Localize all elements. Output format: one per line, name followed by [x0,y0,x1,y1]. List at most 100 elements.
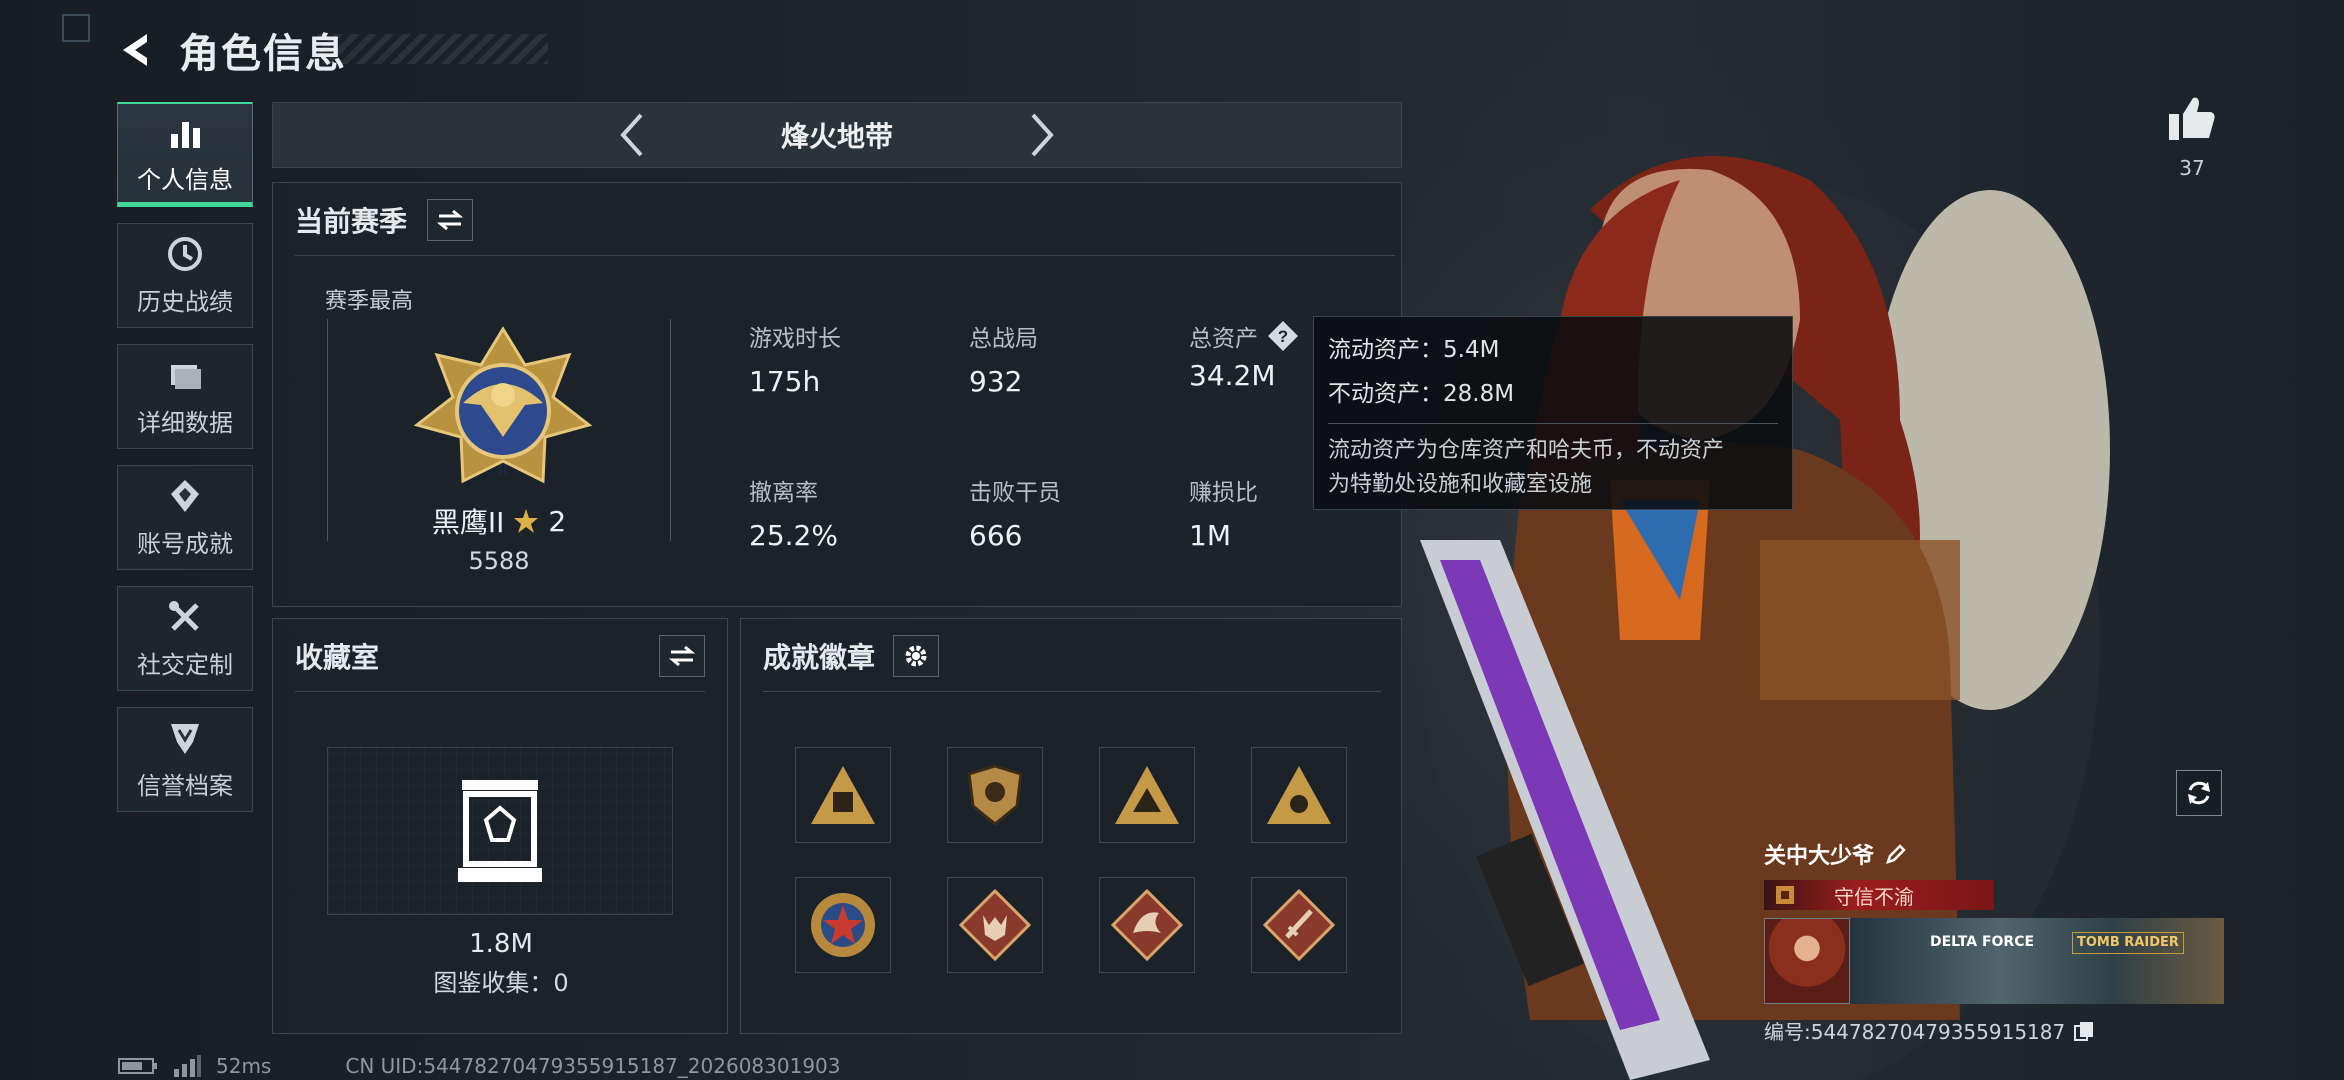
folder-icon [171,365,201,389]
sidebar-item-label: 个人信息 [137,165,233,194]
triangle-badge-icon [811,766,875,824]
thumbs-up-icon [2169,97,2215,140]
stat-value: 175h [749,365,821,398]
sidebar-item-social[interactable]: 社交定制 [117,586,253,691]
banner-logo-left: DELTA FORCE [1930,934,2035,950]
sidebar-item-personal-info[interactable]: 个人信息 [117,102,253,207]
rotate-model-button[interactable] [2176,770,2222,816]
achievement-icon [171,480,199,512]
sidebar-item-history[interactable]: 历史战绩 [117,223,253,328]
rank-medal-icon: II [413,326,593,484]
player-title-badge: 守信不渝 [1764,880,1994,910]
badge-slot[interactable] [1099,877,1195,973]
season-best-label: 赛季最高 [325,289,414,314]
switch-collection-button[interactable] [659,635,705,677]
history-clock-icon [168,237,202,271]
achievement-badges-panel: 成就徽章 [740,618,1402,1034]
stat-value: 34.2M [1189,359,1276,392]
stat-kills: 击败干员 666 [969,473,1061,552]
stat-play-time: 游戏时长 175h [749,319,841,398]
back-button[interactable] [115,28,159,72]
back-arrow-icon [123,34,147,66]
fixed-assets: 不动资产：28.8M [1328,381,1515,407]
liquid-assets: 流动资产：5.4M [1328,337,1500,363]
switch-season-button[interactable] [427,199,474,241]
sidebar-item-achievements[interactable]: 账号成就 [117,465,253,570]
credit-shield-icon [171,724,199,754]
battery-icon [118,1058,157,1074]
badge-slot[interactable] [1099,747,1195,843]
like-button[interactable]: 37 [2156,94,2228,180]
assets-tooltip: 流动资产：5.4M 不动资产：28.8M 流动资产为仓库资产和哈夫币，不动资产 … [1313,316,1793,510]
section-divider [295,255,1395,256]
dragon-badge-icon [1111,889,1183,961]
section-divider [763,691,1381,692]
stat-value: 932 [969,365,1023,398]
stat-extraction-rate: 撤离率 25.2% [749,473,838,552]
like-count: 37 [2179,156,2205,180]
chevron-left-icon [620,113,643,157]
help-icon[interactable]: ? [1266,319,1300,353]
display-case-icon [458,780,542,882]
svg-text:II: II [499,462,508,479]
stat-label: 总战局 [969,326,1038,352]
sidebar-item-label: 详细数据 [137,409,233,437]
collection-preview[interactable] [327,747,673,915]
sidebar-item-label: 信誉档案 [137,772,233,800]
player-banner[interactable]: DELTA FORCE TOMB RAIDER [1764,918,2224,1004]
stat-label: 赚损比 [1189,480,1258,506]
badge-slot[interactable] [947,747,1043,843]
tooltip-description-line: 流动资产为仓库资产和哈夫币，不动资产 [1328,438,1725,463]
copy-icon[interactable] [2073,1020,2095,1042]
ping: 52ms [216,1054,272,1078]
tooltip-description-line: 为特勤处设施和收藏室设施 [1328,472,1593,497]
stat-value: 1M [1189,519,1231,552]
signal-icon [174,1055,201,1077]
badge-slot[interactable] [795,877,891,973]
page-header: 角色信息 [115,20,347,80]
tools-icon [169,601,199,631]
edit-icon[interactable] [1884,842,1908,866]
mode-name: 烽火地带 [780,120,893,153]
player-id: 编号:5447827047935591518​7 [1764,1020,2066,1044]
section-divider [295,691,705,692]
client-uid: CN UID:544782704793559151​87_20260830190… [345,1054,841,1078]
mode-switcher: 烽火地带 [272,102,1402,168]
stat-profit-ratio: 赚损比 1M [1189,473,1258,552]
sidebar-item-credit[interactable]: 信誉档案 [117,707,253,812]
stat-total-matches: 总战局 932 [969,319,1038,398]
banner-logo-right: TOMB RAIDER [2072,932,2184,954]
sword-badge-icon [1263,889,1335,961]
badge-slot[interactable] [947,877,1043,973]
stat-label: 击败干员 [969,480,1061,506]
rank-info: 黑鹰II 2 5588 [327,501,671,576]
badge-slot[interactable] [795,747,891,843]
stat-value: 666 [969,519,1023,552]
stat-label: 总资产 [1189,326,1258,352]
next-mode-button[interactable] [1022,110,1062,160]
swap-icon [669,645,695,667]
chevron-right-icon [1031,113,1054,157]
player-card: 关中大少爷 守信不渝 DELTA FORCE TOMB RAIDER 编号:54… [1764,838,2224,1045]
stat-label: 撤离率 [749,480,818,506]
bar-chart-icon [171,121,200,148]
gear-icon [905,645,927,667]
badge-slot[interactable] [1251,877,1347,973]
sidebar-item-detailed-data[interactable]: 详细数据 [117,344,253,449]
triangle-badge-icon [1267,766,1331,824]
star-medal-badge-icon [811,893,875,957]
current-season-panel: 当前赛季 赛季最高 II 黑鹰II 2 5588 游戏时长 175h 总战局 9… [272,182,1402,607]
star-icon [514,509,539,533]
section-title: 当前赛季 [295,205,408,238]
rank-name: 黑鹰II [431,506,505,539]
prev-mode-button[interactable] [612,110,652,160]
badge-settings-button[interactable] [893,635,940,677]
badge-slot[interactable] [1251,747,1347,843]
collection-value: 1.8M [469,929,533,959]
stat-value: 25.2% [749,519,838,552]
svg-text:?: ? [1278,327,1288,346]
stat-total-assets: 总资产 ? 34.2M [1189,319,1300,392]
wolf-badge-icon [959,889,1031,961]
tooltip-divider [1328,423,1778,424]
shield-badge-icon [967,764,1023,826]
